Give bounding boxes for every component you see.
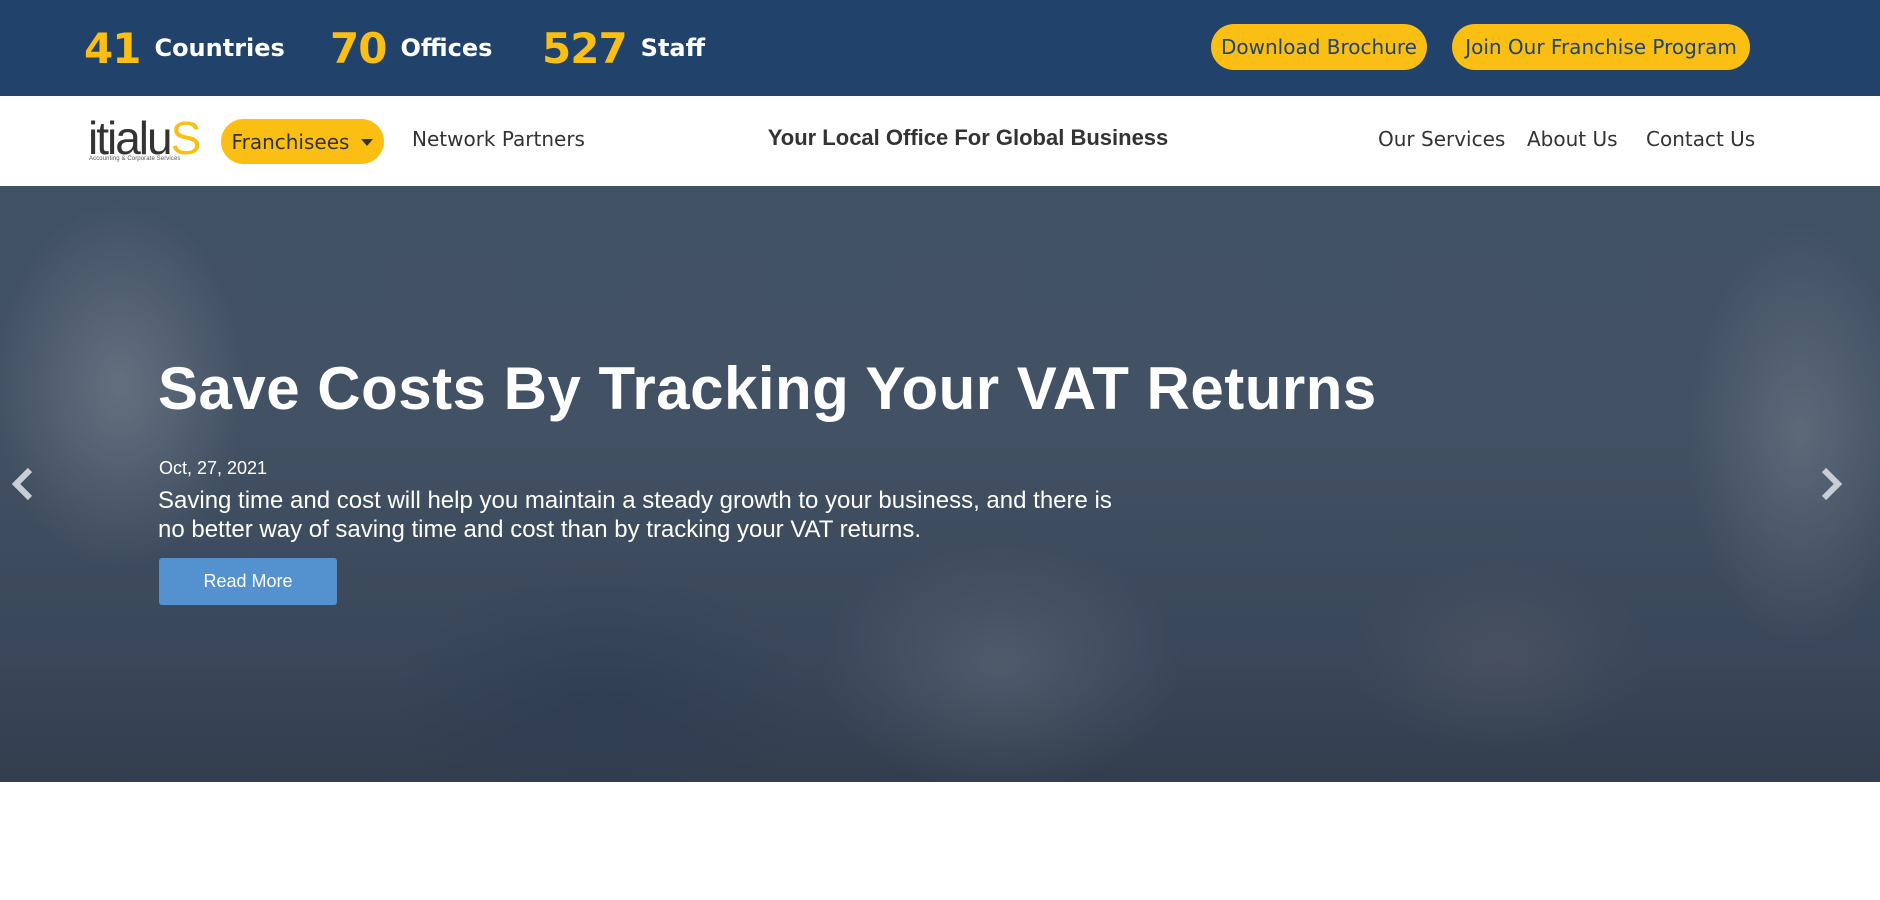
itialus-logo[interactable]: itialuS Accounting & Corporate Services bbox=[88, 114, 206, 164]
nav-contact-us[interactable]: Contact Us bbox=[1646, 127, 1755, 151]
franchisees-dropdown[interactable]: Franchisees bbox=[221, 119, 384, 164]
nav-about-us[interactable]: About Us bbox=[1527, 127, 1618, 151]
logo-subtitle: Accounting & Corporate Services bbox=[89, 156, 181, 162]
chevron-left-icon bbox=[11, 467, 33, 501]
network-partners-link[interactable]: Network Partners bbox=[412, 127, 585, 151]
join-franchise-button[interactable]: Join Our Franchise Program bbox=[1452, 24, 1750, 70]
tagline: Your Local Office For Global Business bbox=[767, 125, 1169, 150]
carousel-prev-button[interactable] bbox=[8, 464, 38, 504]
main-navbar: itialuS Accounting & Corporate Services … bbox=[0, 96, 1880, 186]
franchisees-label: Franchisees bbox=[231, 129, 350, 154]
carousel-next-button[interactable] bbox=[1816, 464, 1846, 504]
stat-countries-label: Countries bbox=[154, 34, 285, 62]
hero-slide: Save Costs By Tracking Your VAT Returns … bbox=[0, 186, 1880, 782]
stat-offices-number: 70 bbox=[330, 23, 387, 73]
hero-description: Saving time and cost will help you maint… bbox=[158, 487, 1112, 543]
hero-title: Save Costs By Tracking Your VAT Returns bbox=[158, 355, 1377, 422]
chevron-right-icon bbox=[1821, 467, 1843, 501]
download-brochure-button[interactable]: Download Brochure bbox=[1211, 24, 1427, 70]
stat-offices-label: Offices bbox=[400, 34, 493, 62]
stat-offices: 70 Offices bbox=[330, 0, 492, 96]
stats-bar: 41 Countries 70 Offices 527 Staff Downlo… bbox=[0, 0, 1880, 96]
stat-staff-number: 527 bbox=[542, 23, 628, 73]
hero-carousel: Save Costs By Tracking Your VAT Returns … bbox=[0, 186, 1880, 782]
nav-our-services[interactable]: Our Services bbox=[1378, 127, 1505, 151]
stat-staff-label: Staff bbox=[640, 34, 706, 62]
read-more-button[interactable]: Read More bbox=[159, 558, 337, 605]
logo-wordmark: itialuS bbox=[88, 114, 201, 162]
stat-countries: 41 Countries bbox=[84, 0, 285, 96]
caret-down-icon bbox=[361, 139, 374, 146]
stat-countries-number: 41 bbox=[84, 23, 141, 73]
hero-date: Oct, 27, 2021 bbox=[159, 458, 268, 478]
stat-staff: 527 Staff bbox=[542, 0, 705, 96]
